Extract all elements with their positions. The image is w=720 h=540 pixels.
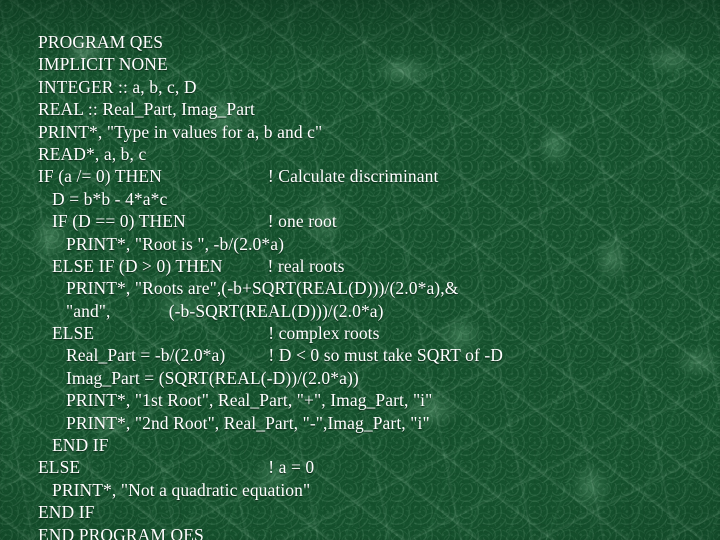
code-line: END IF (38, 434, 698, 456)
code-line-source: PRINT*, "Not a quadratic equation" (52, 479, 311, 500)
code-line-source: IF (D == 0) THEN (52, 211, 186, 232)
code-line-source: REAL :: Real_Part, Imag_Part (38, 99, 255, 120)
code-line: END PROGRAM QES (38, 524, 698, 540)
code-line-source: D = b*b - 4*a*c (52, 188, 168, 209)
code-line-source: ELSE IF (D > 0) THEN (52, 255, 223, 276)
code-line-source: PRINT*, "Roots are",(-b+SQRT(REAL(D)))/(… (66, 278, 459, 299)
code-line-comment: ! a = 0 (268, 457, 315, 478)
code-line-source: PRINT*, "1st Root", Real_Part, "+", Imag… (66, 390, 433, 411)
code-line: PRINT*, "Roots are",(-b+SQRT(REAL(D)))/(… (38, 277, 698, 299)
code-line-comment: ! one root (267, 211, 337, 232)
code-line-source: IMPLICIT NONE (38, 54, 168, 75)
slide-canvas: PROGRAM QES IMPLICIT NONE INTEGER :: a, b,… (0, 0, 720, 540)
code-line: PRINT*, "Root is ", -b/(2.0*a) (38, 233, 698, 255)
code-line-source: READ*, a, b, c (38, 143, 147, 164)
code-line-source: END PROGRAM QES (38, 524, 204, 540)
code-line-comment: ! complex roots (268, 323, 380, 344)
code-line: IMPLICIT NONE (38, 53, 698, 75)
code-line: ELSE ! a = 0 (38, 456, 698, 478)
code-line-source: PRINT*, "Root is ", -b/(2.0*a) (66, 233, 285, 254)
code-line-source: PROGRAM QES (38, 32, 164, 52)
code-line: Real_Part = -b/(2.0*a) ! D < 0 so must ta… (38, 344, 698, 366)
code-line-source: IF (a /= 0) THEN (38, 166, 162, 187)
code-line: IF (a /= 0) THEN ! Calculate discriminant (38, 165, 698, 187)
code-line: READ*, a, b, c (38, 143, 698, 165)
code-line-source: PRINT*, "2nd Root", Real_Part, "-",Imag_… (66, 412, 430, 433)
code-line: PRINT*, "1st Root", Real_Part, "+", Imag… (38, 389, 698, 411)
code-line-source: END IF (52, 435, 109, 456)
code-line: PRINT*, "Not a quadratic equation" (38, 479, 698, 501)
code-line-comment: ! Calculate discriminant (267, 166, 439, 187)
code-line: IF (D == 0) THEN ! one root (38, 210, 698, 232)
code-line-source: INTEGER :: a, b, c, D (38, 76, 197, 97)
code-line-source: Imag_Part = (SQRT(REAL(-D))/(2.0*a)) (66, 367, 359, 388)
fortran-code-block: PROGRAM QES IMPLICIT NONE INTEGER :: a, b,… (38, 31, 698, 540)
code-line: PRINT*, "2nd Root", Real_Part, "-",Imag_… (38, 412, 698, 434)
code-line: D = b*b - 4*a*c (38, 188, 698, 210)
code-line-comment: ! real roots (267, 255, 345, 276)
code-line-source: "and", (-b-SQRT(REAL(D)))/(2.0*a) (66, 300, 384, 321)
code-line: INTEGER :: a, b, c, D (38, 76, 698, 98)
code-line-source: END IF (38, 502, 95, 523)
code-line: END IF (38, 501, 698, 523)
code-line: REAL :: Real_Part, Imag_Part (38, 98, 698, 120)
code-line-source: ELSE (38, 457, 81, 478)
code-line: ELSE IF (D > 0) THEN ! real roots (38, 255, 698, 277)
code-line: Imag_Part = (SQRT(REAL(-D))/(2.0*a)) (38, 367, 698, 389)
code-line: PROGRAM QES (38, 31, 698, 53)
code-line: PRINT*, "Type in values for a, b and c" (38, 121, 698, 143)
code-line-source: PRINT*, "Type in values for a, b and c" (38, 121, 323, 142)
code-line: ELSE ! complex roots (38, 322, 698, 344)
code-line-comment: ! D < 0 so must take SQRT of -D (268, 345, 504, 366)
code-line-source: Real_Part = -b/(2.0*a) (66, 345, 226, 366)
code-line-source: ELSE (52, 323, 95, 344)
code-line: "and", (-b-SQRT(REAL(D)))/(2.0*a) (38, 300, 698, 322)
